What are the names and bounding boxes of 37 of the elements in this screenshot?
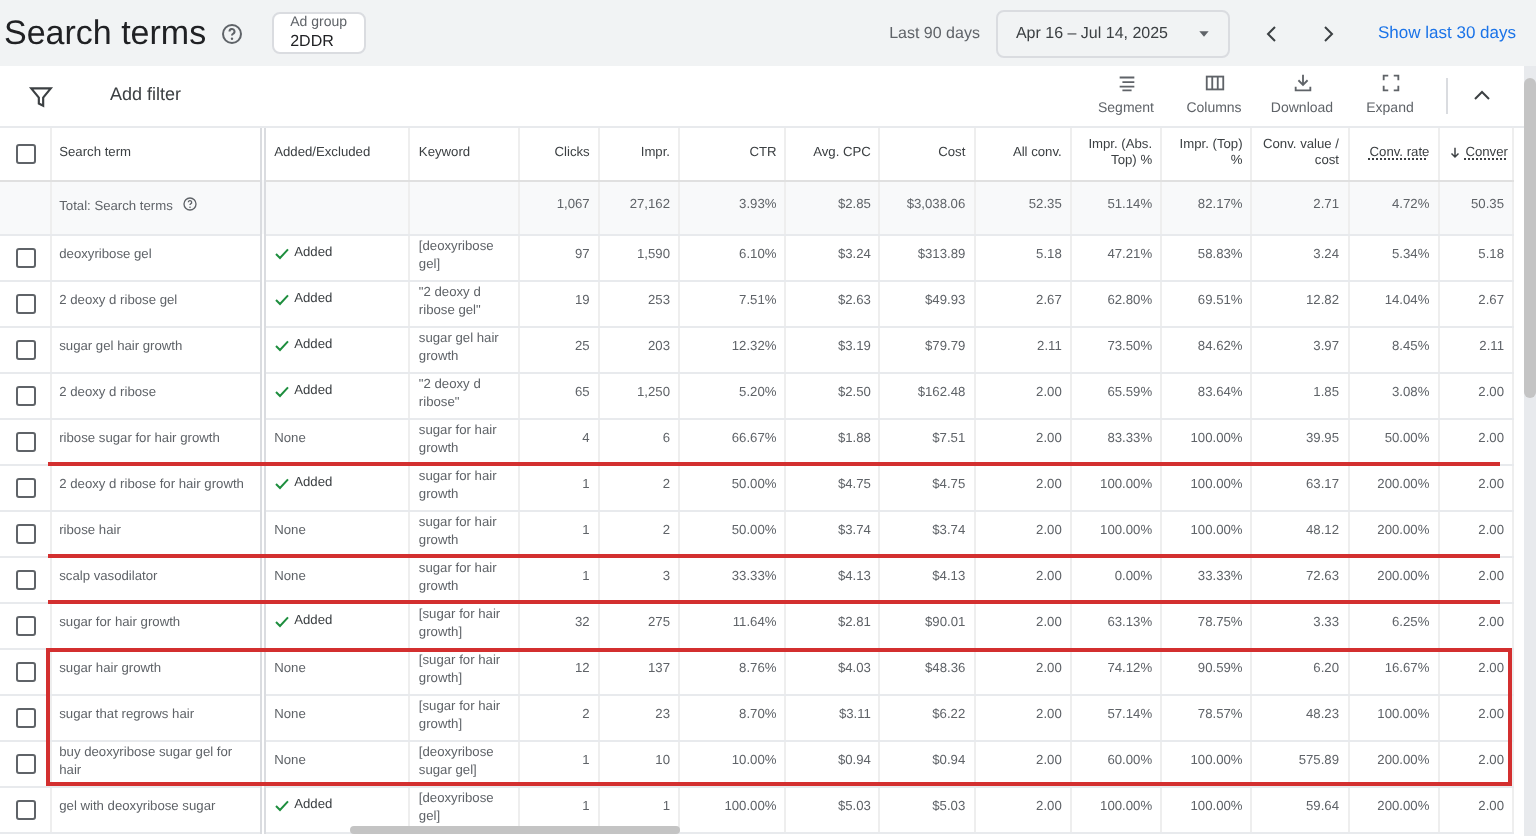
page-title: Search terms	[4, 11, 207, 56]
check-icon	[274, 291, 291, 308]
expand-icon	[1379, 71, 1401, 94]
checkbox[interactable]	[16, 339, 36, 359]
checkbox[interactable]	[16, 799, 36, 819]
caret-icon	[1196, 25, 1213, 41]
check-icon	[274, 613, 291, 630]
checkbox[interactable]	[16, 293, 36, 313]
checkbox[interactable]	[16, 477, 36, 497]
checkbox[interactable]	[16, 569, 36, 589]
help-icon	[220, 21, 245, 45]
checkbox[interactable]	[16, 431, 36, 451]
check-icon	[274, 797, 291, 814]
lines-icon	[1115, 71, 1137, 94]
sort-arrow-icon	[1447, 145, 1462, 160]
help-icon	[182, 196, 199, 213]
date-range-dropdown[interactable]: Apr 16 – Jul 14, 2025	[995, 9, 1231, 57]
checkbox[interactable]	[16, 753, 36, 773]
checkbox[interactable]	[16, 523, 36, 543]
check-icon	[274, 337, 291, 354]
check-icon	[274, 245, 291, 262]
columns-icon	[1203, 71, 1225, 94]
add-filter-button[interactable]: Add filter	[110, 82, 182, 110]
horizontal-scrollbar[interactable]	[350, 826, 680, 834]
checkbox[interactable]	[16, 385, 36, 405]
checkbox[interactable]	[16, 143, 36, 164]
checkbox[interactable]	[16, 707, 36, 727]
filter-icon[interactable]	[28, 83, 54, 109]
show-last-30-days-link[interactable]: Show last 30 days	[1378, 20, 1516, 46]
check-icon	[274, 383, 291, 400]
checkbox[interactable]	[16, 661, 36, 681]
checkbox[interactable]	[16, 615, 36, 635]
vertical-scrollbar[interactable]	[1524, 66, 1536, 836]
check-icon	[274, 475, 291, 492]
download-icon	[1291, 71, 1313, 94]
date-range-label: Last 90 days	[889, 21, 980, 45]
checkbox[interactable]	[16, 247, 36, 267]
